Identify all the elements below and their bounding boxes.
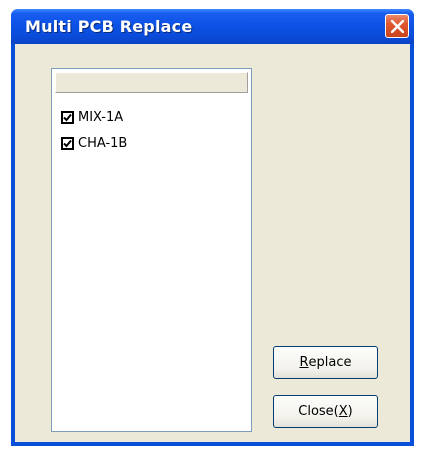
replace-button[interactable]: Replace	[273, 346, 378, 379]
close-button[interactable]: Close(X)	[273, 395, 378, 428]
close-button-prefix: Close(	[298, 404, 339, 419]
replace-button-label: eplace	[308, 355, 352, 370]
close-x-icon	[391, 20, 404, 33]
item-checkbox[interactable]	[61, 110, 74, 124]
item-checkbox[interactable]	[61, 136, 74, 150]
title-bar[interactable]: Multi PCB Replace	[11, 9, 414, 44]
close-window-button[interactable]	[385, 14, 409, 38]
dialog-client-area: MIX-1A CHA-1B Replace Close(X)	[15, 44, 410, 442]
close-button-mnemonic: X	[338, 404, 348, 419]
checkmark-icon	[63, 113, 72, 121]
close-button-suffix: )	[347, 404, 353, 419]
list-item-label: MIX-1A	[78, 109, 124, 125]
checkmark-icon	[63, 139, 72, 147]
dialog-window: Multi PCB Replace MIX-1A CHA-1B R eplace…	[11, 9, 414, 446]
replace-button-mnemonic: R	[299, 355, 309, 370]
pcb-list[interactable]: MIX-1A CHA-1B	[51, 68, 252, 432]
list-item-label: CHA-1B	[78, 135, 128, 151]
list-item[interactable]: CHA-1B	[61, 134, 127, 152]
window-title: Multi PCB Replace	[25, 17, 193, 36]
list-column-header[interactable]	[55, 72, 248, 93]
list-item[interactable]: MIX-1A	[61, 108, 123, 126]
